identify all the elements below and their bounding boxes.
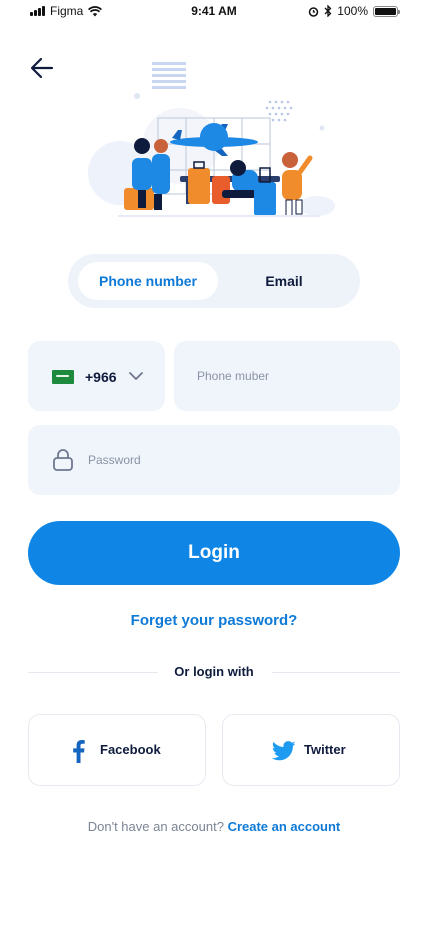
phone-input[interactable] [197,366,387,386]
create-account-link[interactable]: Create an account [228,819,341,834]
tab-phone-number[interactable]: Phone number [78,262,218,300]
lock-icon [53,449,73,471]
travel-illustration [88,62,335,217]
saudi-flag-icon [52,370,74,384]
battery-icon [373,5,400,17]
login-button[interactable]: Login [28,521,400,585]
bluetooth-icon [324,5,332,17]
password-input[interactable] [88,450,378,470]
arrow-left-icon[interactable] [28,54,56,82]
tab-email[interactable]: Email [218,262,350,300]
signup-prompt-text: Don't have an account? [87,819,224,834]
chevron-down-icon [129,372,143,380]
battery-percent: 100% [337,4,368,18]
twitter-login-button[interactable]: Twitter [222,714,400,786]
facebook-label: Facebook [100,742,161,757]
status-bar: Figma 9:41 AM 100% [0,0,428,22]
alarm-icon [309,6,319,17]
forgot-password-link[interactable]: Forget your password? [0,612,428,629]
country-code: +966 [85,369,117,385]
password-field [28,425,400,495]
battery-level [375,7,396,15]
login-method-tabs: Phone number Email [68,254,360,308]
twitter-icon [272,741,296,761]
facebook-icon [73,740,85,763]
divider-right [272,672,400,673]
twitter-label: Twitter [304,742,346,757]
status-right: 100% [308,4,400,18]
signup-prompt: Don't have an account? Create an account [0,819,428,834]
phone-field [174,341,400,411]
country-code-select[interactable]: +966 [28,341,165,411]
facebook-login-button[interactable]: Facebook [28,714,206,786]
